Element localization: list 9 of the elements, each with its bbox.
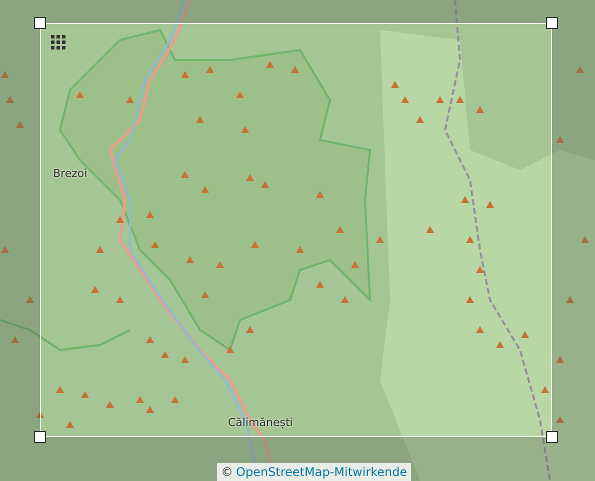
place-label: Brezoi — [53, 168, 88, 179]
copyright-symbol: © — [221, 466, 233, 478]
resize-handle[interactable] — [546, 17, 558, 29]
resize-handle[interactable] — [34, 17, 46, 29]
attribution-link[interactable]: OpenStreetMap-Mitwirkende — [236, 466, 408, 478]
resize-handle[interactable] — [34, 431, 46, 443]
place-label: Călimănești — [228, 417, 293, 428]
grid-icon[interactable] — [51, 35, 66, 50]
resize-handle[interactable] — [546, 431, 558, 443]
